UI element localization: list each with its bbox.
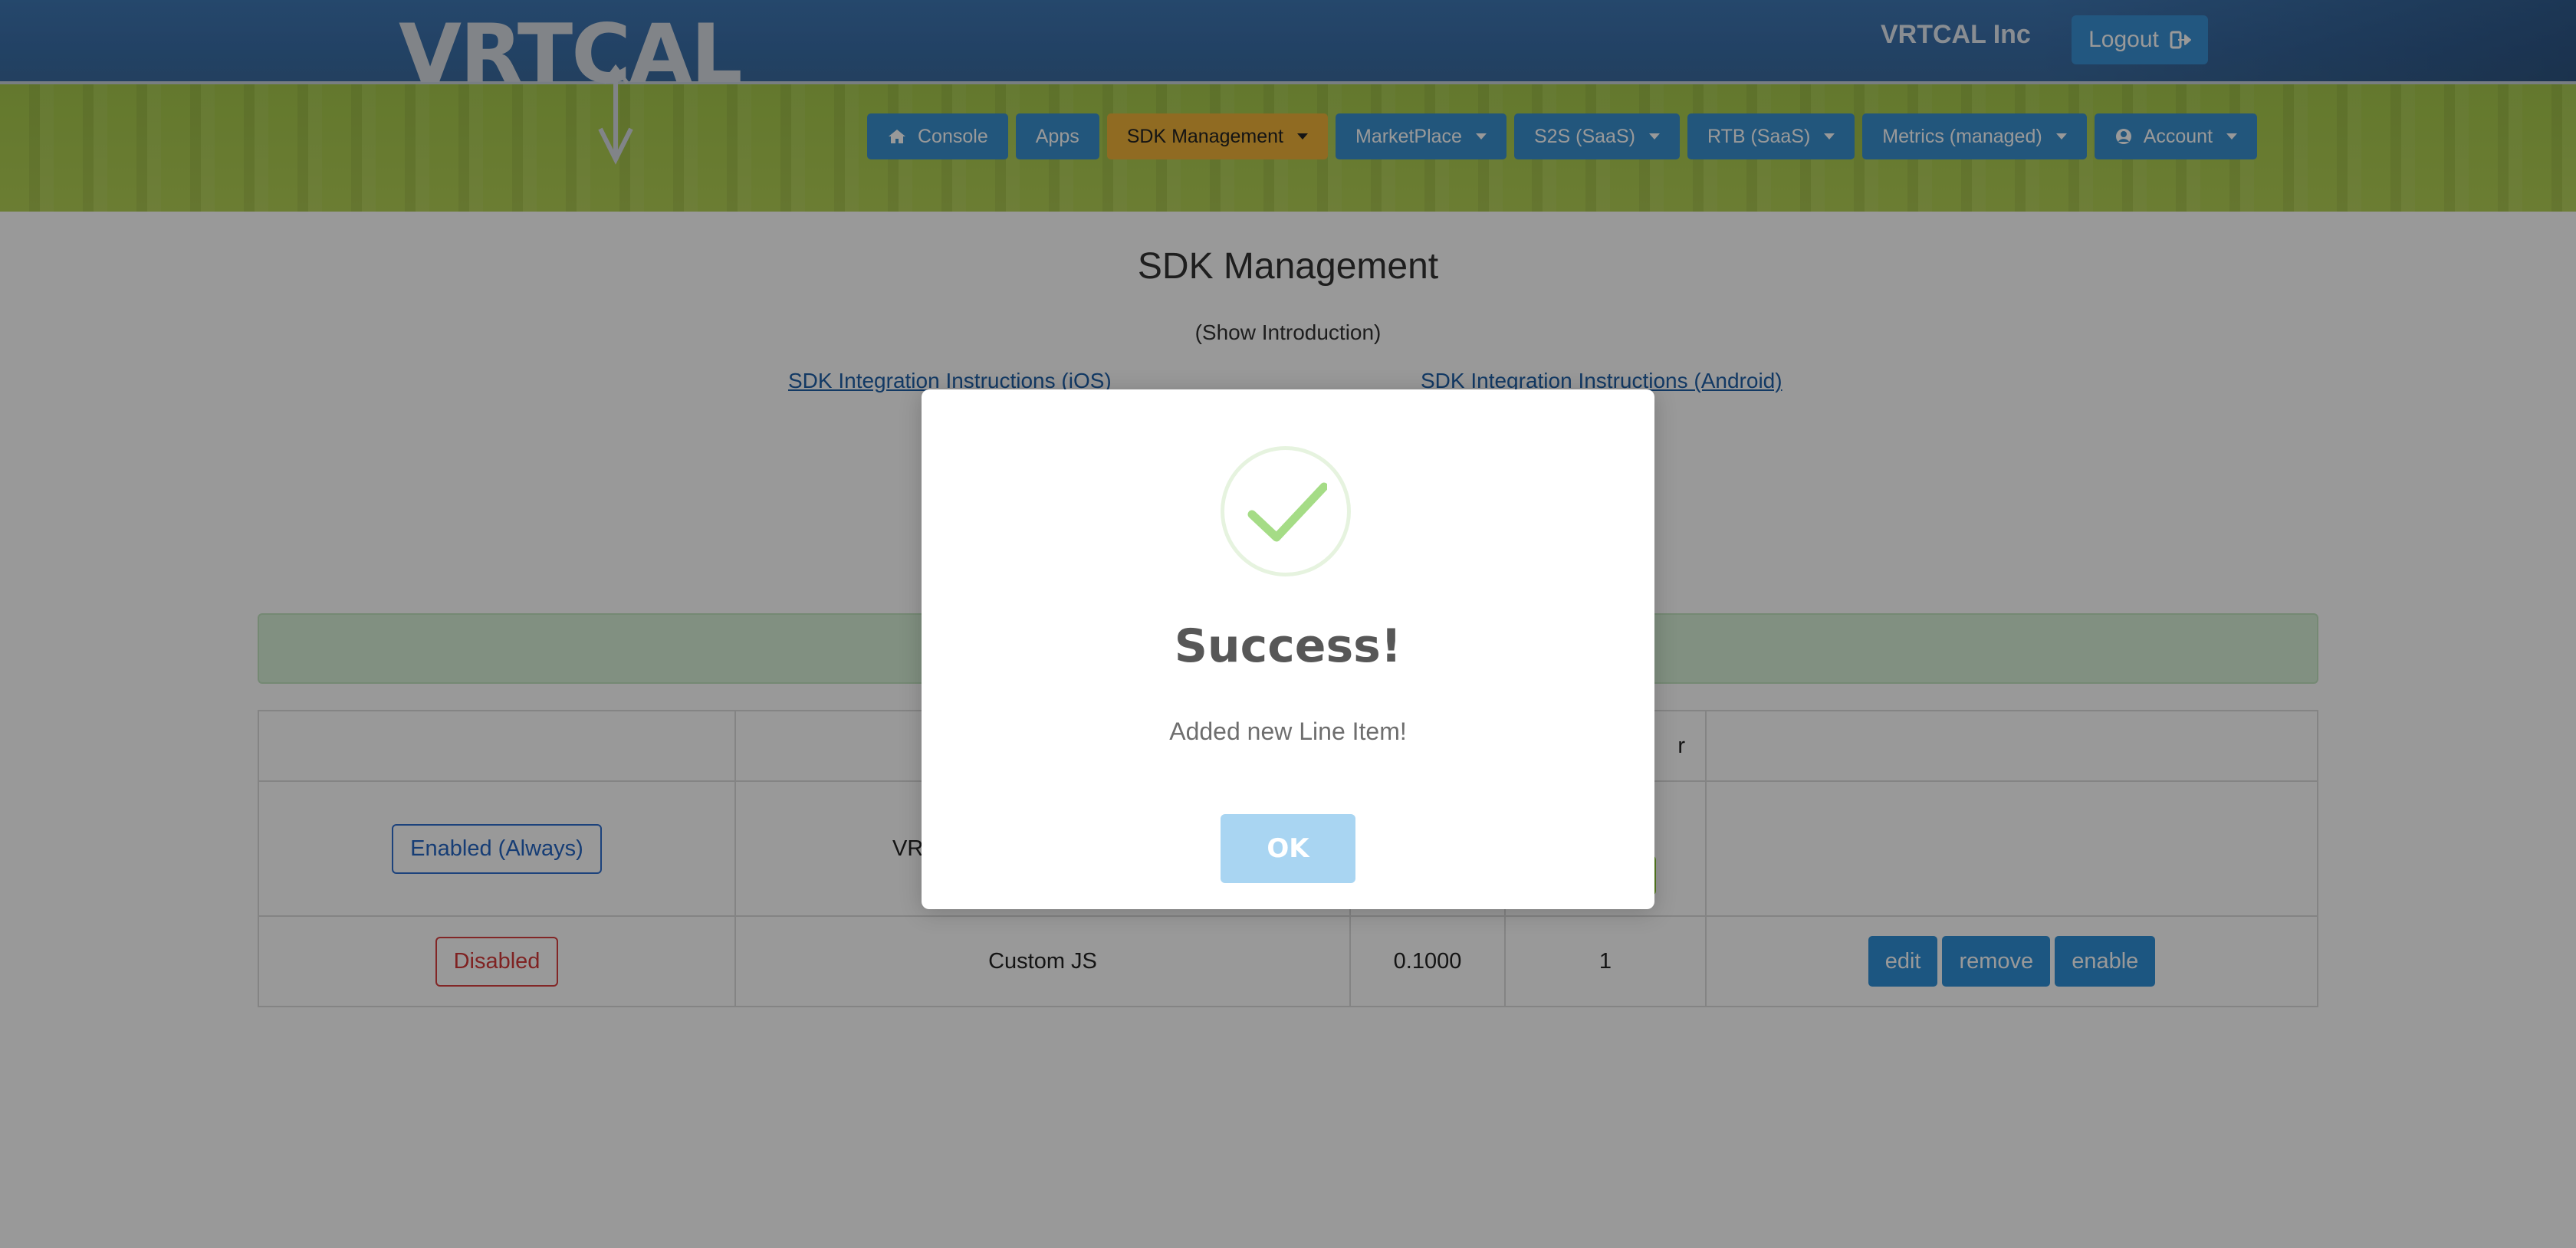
app-root: VRTCAL VRTCAL Inc Logout Console Apps SD… (0, 0, 2576, 1248)
success-check-ring (1221, 446, 1351, 576)
modal-message: Added new Line Item! (1169, 718, 1407, 745)
ok-button[interactable]: OK (1221, 814, 1355, 883)
success-modal: Success! Added new Line Item! OK (922, 389, 1654, 909)
modal-title: Success! (1174, 619, 1402, 673)
checkmark-icon (1247, 482, 1327, 542)
